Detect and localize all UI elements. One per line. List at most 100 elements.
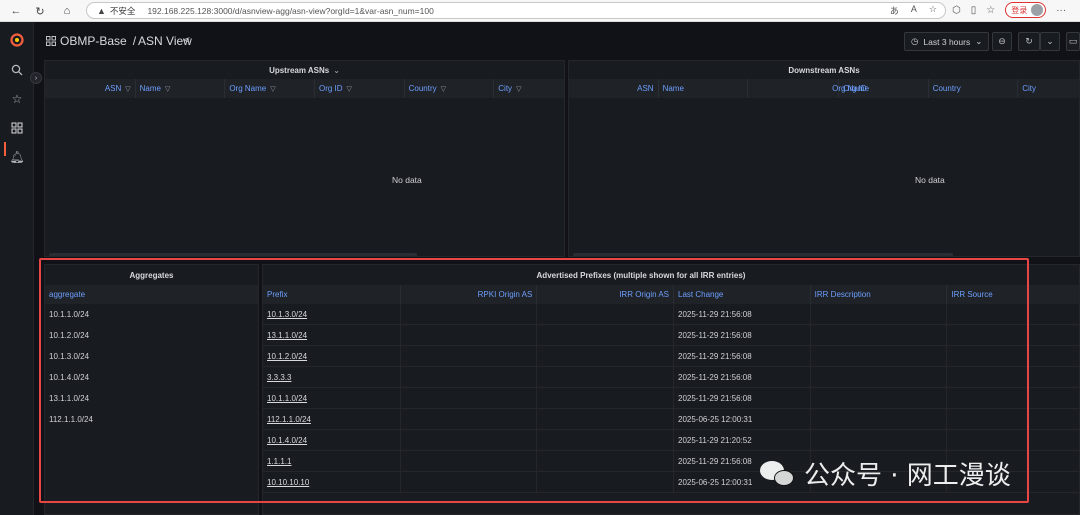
prefix-link[interactable]: 10.1.2.0/24 [263, 346, 401, 366]
prefix-link[interactable]: 10.1.1.0/24 [263, 388, 401, 408]
more-menu-icon[interactable]: ··· [1056, 5, 1066, 16]
filter-icon[interactable]: ▽ [347, 85, 352, 93]
share-icon[interactable]: ⋖ [182, 35, 190, 46]
rpki-origin-as-cell [401, 472, 538, 492]
time-range-picker[interactable]: ◷ Last 3 hours ⌄ [904, 32, 990, 51]
irr-origin-as-cell [537, 409, 674, 429]
monitor-icon: ▭ [1068, 36, 1078, 46]
prefix-link[interactable]: 1.1.1.1 [263, 451, 401, 471]
column-header-city[interactable]: City ▽ [494, 79, 564, 98]
column-header-prefix[interactable]: Prefix [263, 285, 401, 304]
last-change-cell: 2025-11-29 21:56:08 [674, 304, 811, 324]
column-header-rpki-origin-as[interactable]: RPKI Origin AS [401, 285, 538, 304]
dashboards-icon[interactable] [9, 120, 25, 136]
column-header-country[interactable]: Country [929, 79, 1019, 98]
grafana-logo-icon[interactable] [9, 32, 25, 48]
rpki-origin-as-cell [401, 451, 538, 471]
irr-source-cell [947, 325, 1079, 345]
table-header: ASN ▽ Name ▽ Org Name ▽ Org ID ▽ Country ▽ Ci… [45, 79, 564, 98]
expand-sidebar-icon[interactable]: › [30, 72, 42, 84]
column-header-country[interactable]: Country ▽ [405, 79, 495, 98]
filter-icon[interactable]: ▽ [441, 85, 446, 93]
prefix-link[interactable]: 10.10.10.10 [263, 472, 401, 492]
irr-origin-as-cell [537, 430, 674, 450]
refresh-interval-dropdown[interactable]: ⌄ [1040, 32, 1060, 51]
clock-icon: ◷ [911, 36, 919, 46]
watermark-text: 公众号 · 网工漫谈 [804, 461, 1011, 491]
last-change-cell: 2025-06-25 12:00:31 [674, 409, 811, 429]
filter-icon[interactable]: ▽ [125, 85, 130, 93]
column-header-irr-source[interactable]: IRR Source [947, 285, 1079, 304]
address-bar[interactable]: ▲ 不安全 192.168.225.128:3000/d/asnview-agg… [86, 2, 946, 19]
irr-description-cell [811, 346, 948, 366]
back-icon[interactable]: ← [6, 1, 26, 21]
column-header-irr-origin-as[interactable]: IRR Origin AS [537, 285, 674, 304]
column-header-irr-description[interactable]: IRR Description [811, 285, 948, 304]
breadcrumb-folder[interactable]: OBMP-Base [60, 34, 127, 48]
time-range-label: Last 3 hours [923, 36, 971, 47]
zoom-out-button[interactable]: ⊖ [992, 32, 1012, 51]
table-row: 10.1.3.0/24 [45, 346, 258, 367]
prefix-link[interactable]: 3.3.3.3 [263, 367, 401, 387]
table-header: ASN Name Org Name Org ID Country City [569, 79, 1079, 98]
read-aloud-icon[interactable]: A [911, 4, 917, 17]
irr-source-cell [947, 430, 1079, 450]
split-screen-icon[interactable]: ▯ [971, 5, 977, 16]
breadcrumb-separator: / [132, 34, 137, 48]
starred-icon[interactable]: ☆ [9, 91, 25, 107]
column-header-city[interactable]: City [1018, 79, 1079, 98]
chevron-down-icon: ⌄ [1046, 36, 1054, 46]
filter-icon[interactable]: ▽ [516, 85, 521, 93]
column-header-asn[interactable]: ASN [569, 79, 659, 98]
alerting-bell-icon[interactable]: 🔔︎ [9, 149, 25, 165]
search-icon[interactable] [9, 62, 25, 78]
prefix-link[interactable]: 10.1.4.0/24 [263, 430, 401, 450]
insecure-label: 不安全 [109, 5, 136, 16]
column-header-name[interactable]: Name [659, 79, 749, 98]
table-row: 10.1.1.0/24 [45, 304, 258, 325]
rpki-origin-as-cell [401, 409, 538, 429]
column-header-asn[interactable]: ASN ▽ [45, 79, 136, 98]
rpki-origin-as-cell [401, 388, 538, 408]
warning-icon: ▲ [97, 5, 106, 16]
zoom-out-icon: ⊖ [998, 36, 1006, 46]
aggregates-panel-header[interactable]: Aggregates [45, 265, 258, 285]
tv-mode-button[interactable]: ▭ [1066, 32, 1080, 51]
favorites-icon[interactable]: ☆ [986, 5, 995, 16]
column-header-org-name[interactable]: Org Name ▽ [225, 79, 315, 98]
wechat-logo-icon [760, 459, 796, 489]
irr-origin-as-cell [537, 346, 674, 366]
irr-description-cell [811, 367, 948, 387]
prefix-link[interactable]: 13.1.1.0/24 [263, 325, 401, 345]
favorite-star-icon[interactable]: ☆ [929, 4, 937, 17]
column-header-org-id[interactable]: Org ID [839, 79, 929, 98]
home-icon[interactable]: ⌂ [57, 1, 77, 21]
upstream-panel-header[interactable]: Upstream ASNs ⌄ [45, 61, 564, 79]
refresh-button[interactable]: ↻ [1018, 32, 1040, 51]
horizontal-scrollbar[interactable] [573, 253, 953, 256]
login-button[interactable]: 登录 [1005, 2, 1047, 18]
translate-icon[interactable]: あ [890, 4, 899, 17]
table-row: 10.1.4.0/24 [45, 367, 258, 388]
filter-icon[interactable]: ▽ [165, 85, 170, 93]
column-header-aggregate[interactable]: aggregate [45, 285, 258, 304]
column-header-org-id[interactable]: Org ID ▽ [315, 79, 405, 98]
irr-description-cell [811, 430, 948, 450]
extensions-icon[interactable]: ⬡ [952, 5, 961, 16]
column-header-name[interactable]: Name ▽ [136, 79, 226, 98]
table-row: 112.1.1.0/24 2025-06-25 12:00:31 [263, 409, 1079, 430]
column-header-last-change[interactable]: Last Change [674, 285, 811, 304]
filter-icon[interactable]: ▽ [270, 85, 275, 93]
last-change-cell: 2025-11-29 21:56:08 [674, 325, 811, 345]
prefix-link[interactable]: 112.1.1.0/24 [263, 409, 401, 429]
irr-source-cell [947, 388, 1079, 408]
horizontal-scrollbar[interactable] [49, 253, 417, 256]
advertised-panel-header[interactable]: Advertised Prefixes (multiple shown for … [263, 265, 1079, 285]
reload-icon[interactable]: ↻ [30, 1, 50, 21]
irr-origin-as-cell [537, 388, 674, 408]
panel-title: Downstream ASNs [788, 65, 860, 75]
prefix-link[interactable]: 10.1.3.0/24 [263, 304, 401, 324]
table-row: 10.1.1.0/24 2025-11-29 21:56:08 [263, 388, 1079, 409]
downstream-panel-header[interactable]: Downstream ASNs [569, 61, 1079, 79]
column-header-org-name[interactable]: Org Name [748, 79, 869, 98]
